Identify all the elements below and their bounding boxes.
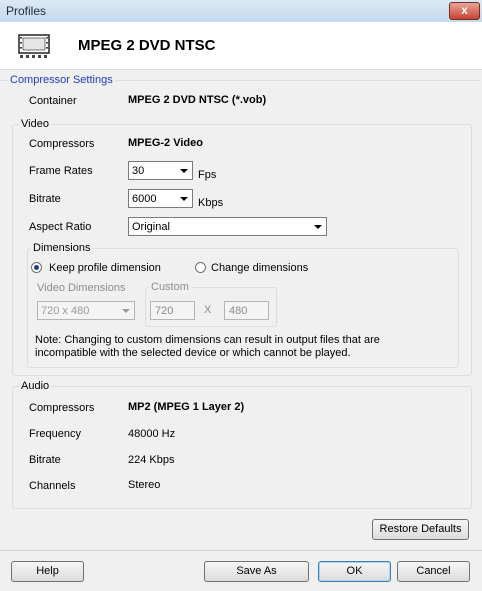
video-bitrate-unit: Kbps bbox=[198, 197, 224, 209]
video-compressors-label: Compressors bbox=[29, 138, 95, 150]
aspect-ratio-value: Original bbox=[132, 221, 170, 233]
video-group-label: Video bbox=[19, 118, 51, 130]
dimensions-note-line2: incompatible with the selected device or… bbox=[35, 347, 351, 359]
video-dimensions-dropdown[interactable]: 720 x 480 bbox=[37, 301, 135, 320]
dimensions-group-label: Dimensions bbox=[31, 242, 93, 254]
profile-header bbox=[0, 22, 482, 70]
video-compressors-value: MPEG-2 Video bbox=[128, 137, 203, 149]
frequency-value: 48000 Hz bbox=[128, 428, 176, 440]
video-bitrate-label: Bitrate bbox=[29, 193, 61, 205]
audio-bitrate-value: 224 Kbps bbox=[128, 454, 175, 466]
keep-dimension-label[interactable]: Keep profile dimension bbox=[49, 262, 161, 274]
close-icon[interactable]: x bbox=[461, 3, 468, 17]
frequency-label: Frequency bbox=[29, 428, 81, 440]
film-icon bbox=[18, 33, 54, 59]
frame-rates-value: 30 bbox=[132, 165, 145, 177]
change-dimensions-radio[interactable] bbox=[195, 262, 206, 273]
aspect-ratio-label: Aspect Ratio bbox=[29, 221, 92, 233]
custom-width-input[interactable]: 720 bbox=[150, 301, 195, 320]
channels-label: Channels bbox=[29, 480, 76, 492]
dimensions-note-line1: Note: Changing to custom dimensions can … bbox=[35, 334, 380, 346]
change-dimensions-label[interactable]: Change dimensions bbox=[211, 262, 308, 274]
cancel-button[interactable]: Cancel bbox=[397, 561, 470, 582]
aspect-ratio-dropdown[interactable]: Original bbox=[128, 217, 327, 236]
video-dimensions-label: Video Dimensions bbox=[37, 282, 126, 294]
close-button[interactable]: x bbox=[449, 2, 480, 20]
custom-width-value: 720 bbox=[155, 305, 174, 317]
audio-bitrate-label: Bitrate bbox=[29, 454, 61, 466]
frame-rates-label: Frame Rates bbox=[29, 165, 93, 177]
compressor-settings-label: Compressor Settings bbox=[8, 74, 115, 86]
audio-compressors-label: Compressors bbox=[29, 402, 95, 414]
frame-rates-unit: Fps bbox=[198, 169, 217, 181]
restore-defaults-button[interactable]: Restore Defaults bbox=[372, 519, 469, 540]
chevron-down-icon bbox=[180, 169, 188, 173]
footer-separator bbox=[0, 550, 482, 551]
video-bitrate-value: 6000 bbox=[132, 193, 157, 205]
keep-dimension-radio[interactable] bbox=[31, 262, 42, 273]
chevron-down-icon bbox=[180, 197, 188, 201]
chevron-down-icon bbox=[122, 309, 130, 313]
video-bitrate-dropdown[interactable]: 6000 bbox=[128, 189, 193, 208]
ok-button[interactable]: OK bbox=[318, 561, 391, 582]
window-title: Profiles bbox=[6, 4, 47, 18]
profile-title: MPEG 2 DVD NTSC bbox=[78, 37, 216, 54]
video-dimensions-value: 720 x 480 bbox=[41, 305, 90, 317]
save-as-button[interactable]: Save As bbox=[204, 561, 309, 582]
frame-rates-dropdown[interactable]: 30 bbox=[128, 161, 193, 180]
custom-height-input[interactable]: 480 bbox=[224, 301, 269, 320]
title-bar: Profiles x bbox=[0, 0, 482, 23]
custom-group-label: Custom bbox=[149, 281, 191, 293]
channels-value: Stereo bbox=[128, 479, 161, 491]
container-label: Container bbox=[29, 95, 77, 107]
help-button[interactable]: Help bbox=[11, 561, 84, 582]
audio-group-label: Audio bbox=[19, 380, 52, 392]
custom-x-separator: X bbox=[204, 304, 212, 316]
chevron-down-icon bbox=[314, 225, 322, 229]
audio-compressors-value: MP2 (MPEG 1 Layer 2) bbox=[128, 401, 245, 413]
custom-height-value: 480 bbox=[229, 305, 248, 317]
container-value: MPEG 2 DVD NTSC (*.vob) bbox=[128, 94, 267, 106]
